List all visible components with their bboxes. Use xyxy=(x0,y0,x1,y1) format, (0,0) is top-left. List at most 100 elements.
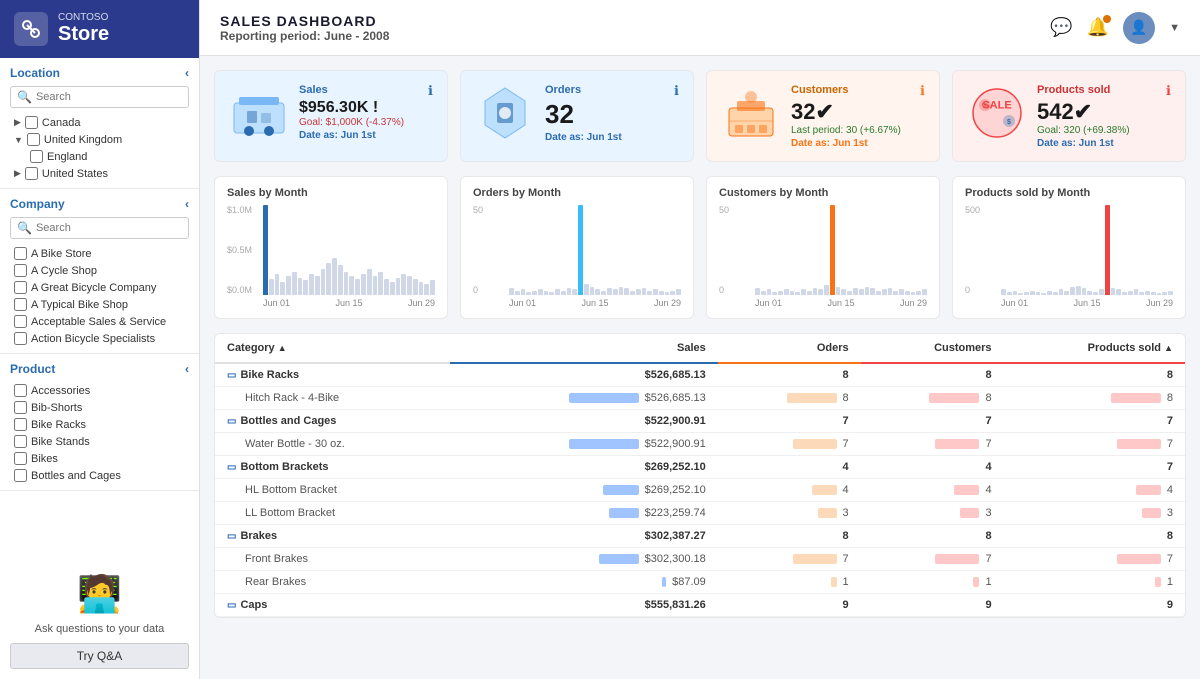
company-checkbox[interactable] xyxy=(14,247,27,260)
location-us[interactable]: ▶ United States xyxy=(10,165,189,182)
col-sales[interactable]: Sales xyxy=(450,334,717,363)
col-orders[interactable]: Oders xyxy=(718,334,861,363)
cell-category: ▭Bike Racks xyxy=(215,363,450,387)
chart-y-label: 50 xyxy=(719,205,729,215)
chart-bar xyxy=(390,282,395,295)
brand-logo xyxy=(14,12,48,46)
cell-orders: 4 xyxy=(718,456,861,479)
kpi-customers-info[interactable]: ℹ xyxy=(920,83,925,99)
company-checkbox[interactable] xyxy=(14,315,27,328)
product-bottles[interactable]: Bottles and Cages xyxy=(10,467,189,484)
product-checkbox[interactable] xyxy=(14,384,27,397)
product-filter: Product ‹ Accessories Bib-Shorts Bike Ra… xyxy=(0,354,199,491)
product-accessories[interactable]: Accessories xyxy=(10,382,189,399)
company-checkbox[interactable] xyxy=(14,332,27,345)
col-category[interactable]: Category ▲ xyxy=(215,334,450,363)
chart-bar xyxy=(309,274,314,295)
search-icon: 🔍 xyxy=(17,90,32,104)
location-england[interactable]: England xyxy=(10,148,189,165)
expand-icon[interactable]: ▭ xyxy=(227,600,236,611)
table-row[interactable]: HL Bottom Bracket$269,252.10444 xyxy=(215,479,1185,502)
kpi-products-date: Date as: Jun 1st xyxy=(1037,138,1171,149)
company-checkbox[interactable] xyxy=(14,298,27,311)
chevron-down-icon[interactable]: ▼ xyxy=(1169,22,1180,34)
table-row[interactable]: ▭Bike Racks$526,685.13888 xyxy=(215,363,1185,387)
chart-bar xyxy=(859,289,864,295)
expand-icon[interactable]: ▭ xyxy=(227,370,236,381)
table-row[interactable]: Front Brakes$302,300.18777 xyxy=(215,548,1185,571)
chart-bar xyxy=(1082,288,1087,295)
notification-icon[interactable]: 🔔 xyxy=(1087,17,1109,38)
kpi-sales-info[interactable]: ℹ xyxy=(428,83,433,99)
company-filter-title[interactable]: Company ‹ xyxy=(10,197,189,211)
expand-icon[interactable]: ▭ xyxy=(227,416,236,427)
chart-bar xyxy=(807,291,812,295)
location-filter-title[interactable]: Location ‹ xyxy=(10,66,189,80)
us-checkbox[interactable] xyxy=(25,167,38,180)
sort-icon: ▲ xyxy=(1164,343,1173,353)
kpi-orders-info[interactable]: ℹ xyxy=(674,83,679,99)
chat-icon[interactable]: 💬 xyxy=(1050,17,1072,38)
company-great-bicycle[interactable]: A Great Bicycle Company xyxy=(10,279,189,296)
company-typical[interactable]: A Typical Bike Shop xyxy=(10,296,189,313)
location-search-input[interactable] xyxy=(36,91,182,103)
chart-bar xyxy=(630,291,635,295)
qa-button[interactable]: Try Q&A xyxy=(10,643,189,669)
product-bib-shorts[interactable]: Bib-Shorts xyxy=(10,399,189,416)
company-acceptable[interactable]: Acceptable Sales & Service xyxy=(10,313,189,330)
product-filter-title[interactable]: Product ‹ xyxy=(10,362,189,376)
cell-customers: 1 xyxy=(861,571,1004,594)
company-checkbox[interactable] xyxy=(14,264,27,277)
chart-bar xyxy=(1024,292,1029,295)
product-bike-racks[interactable]: Bike Racks xyxy=(10,416,189,433)
col-products[interactable]: Products sold ▲ xyxy=(1004,334,1185,363)
company-search-input[interactable] xyxy=(36,222,182,234)
chart-bar xyxy=(653,289,658,295)
company-checkbox[interactable] xyxy=(14,281,27,294)
table-row[interactable]: ▭Caps$555,831.26999 xyxy=(215,594,1185,617)
product-checkbox[interactable] xyxy=(14,401,27,414)
uk-checkbox[interactable] xyxy=(27,133,40,146)
company-search-box[interactable]: 🔍 xyxy=(10,217,189,239)
expand-icon[interactable]: ▭ xyxy=(227,531,236,542)
chart-bar xyxy=(624,288,629,295)
cell-customers: 7 xyxy=(861,410,1004,433)
product-bike-stands[interactable]: Bike Stands xyxy=(10,433,189,450)
col-customers[interactable]: Customers xyxy=(861,334,1004,363)
location-search-box[interactable]: 🔍 xyxy=(10,86,189,108)
kpi-orders-data: Orders ℹ 32 Date as: Jun 1st xyxy=(545,83,679,143)
table-row[interactable]: ▭Bottles and Cages$522,900.91777 xyxy=(215,410,1185,433)
product-bikes[interactable]: Bikes xyxy=(10,450,189,467)
table-row[interactable]: Hitch Rack - 4-Bike$526,685.13888 xyxy=(215,387,1185,410)
company-a-cycle-shop[interactable]: A Cycle Shop xyxy=(10,262,189,279)
kpi-products-info[interactable]: ℹ xyxy=(1166,83,1171,99)
cell-category: ▭Bottles and Cages xyxy=(215,410,450,433)
table-row[interactable]: ▭Bottom Brackets$269,252.10447 xyxy=(215,456,1185,479)
chart-bar xyxy=(1128,291,1133,296)
cell-orders: 9 xyxy=(718,594,861,617)
location-canada[interactable]: ▶ Canada xyxy=(10,114,189,131)
expand-icon[interactable]: ▭ xyxy=(227,462,236,473)
table-row[interactable]: ▭Brakes$302,387.27888 xyxy=(215,525,1185,548)
cell-products: 3 xyxy=(1004,502,1185,525)
product-checkbox[interactable] xyxy=(14,435,27,448)
chart-bar xyxy=(642,288,647,295)
location-uk[interactable]: ▼ United Kingdom xyxy=(10,131,189,148)
chart-bar xyxy=(1064,291,1069,296)
table-row[interactable]: LL Bottom Bracket$223,259.74333 xyxy=(215,502,1185,525)
product-checkbox[interactable] xyxy=(14,452,27,465)
canada-checkbox[interactable] xyxy=(25,116,38,129)
product-checkbox[interactable] xyxy=(14,418,27,431)
chart-title: Orders by Month xyxy=(473,187,681,199)
user-avatar[interactable]: 👤 xyxy=(1123,12,1155,44)
company-action[interactable]: Action Bicycle Specialists xyxy=(10,330,189,347)
table-row[interactable]: Water Bottle - 30 oz.$522,900.91777 xyxy=(215,433,1185,456)
england-checkbox[interactable] xyxy=(30,150,43,163)
chart-bar xyxy=(555,289,560,295)
cell-category: Front Brakes xyxy=(215,548,450,571)
company-a-bike-store[interactable]: A Bike Store xyxy=(10,245,189,262)
chart-bar xyxy=(607,288,612,295)
product-checkbox[interactable] xyxy=(14,469,27,482)
table-row[interactable]: Rear Brakes$87.09111 xyxy=(215,571,1185,594)
chart-x-label: Jun 15 xyxy=(827,298,854,308)
